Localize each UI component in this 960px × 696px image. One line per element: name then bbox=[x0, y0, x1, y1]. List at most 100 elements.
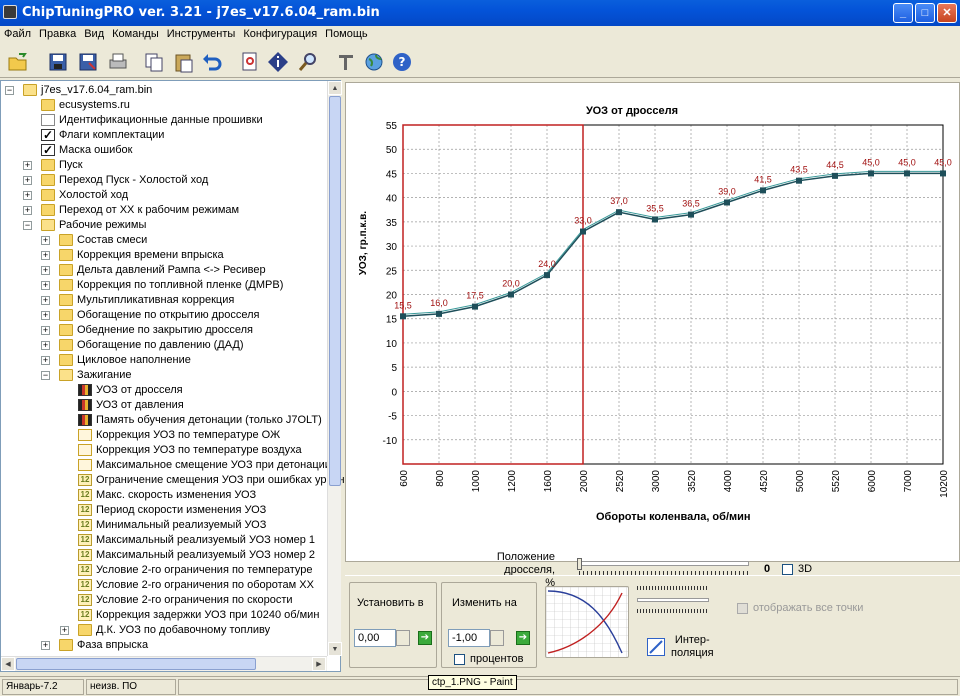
throttle-slider[interactable] bbox=[579, 561, 749, 566]
menu-commands[interactable]: Команды bbox=[108, 26, 163, 42]
chart-area[interactable]: УОЗ от дросселя УОЗ, гр.п.к.в. 55 50 45 40 3… bbox=[345, 82, 960, 589]
tools-icon[interactable] bbox=[334, 50, 358, 74]
tree-item[interactable]: 12 Минимальный реализуемый УОЗ bbox=[1, 518, 327, 533]
tree-item[interactable]: + Коррекция времени впрыска bbox=[1, 248, 327, 263]
chart-svg[interactable]: 5550454035302520151050-5-10600 800 1000 120… bbox=[346, 83, 960, 503]
help-icon[interactable]: ? bbox=[390, 50, 414, 74]
tree-item[interactable]: ecusystems.ru bbox=[1, 98, 327, 113]
tree-item[interactable]: + Коррекция по топливной пленке (ДМРВ) bbox=[1, 278, 327, 293]
tree-item[interactable]: 12 Максимальный реализуемый УОЗ номер 1 bbox=[1, 533, 327, 548]
show-all-checkbox[interactable] bbox=[737, 603, 748, 614]
expand-toggle[interactable]: + bbox=[41, 236, 50, 245]
maximize-button[interactable]: □ bbox=[915, 3, 935, 23]
tree-item[interactable]: ✓ Флаги комплектации bbox=[1, 128, 327, 143]
expand-toggle[interactable]: + bbox=[23, 191, 32, 200]
expand-toggle[interactable]: + bbox=[23, 176, 32, 185]
tree-item[interactable]: − Рабочие режимы bbox=[1, 218, 327, 233]
print-icon[interactable] bbox=[106, 50, 130, 74]
expand-toggle[interactable]: − bbox=[23, 221, 32, 230]
tree-item[interactable]: 12 Условие 2-го ограничения по оборотам Х… bbox=[1, 578, 327, 593]
zoom-icon[interactable] bbox=[296, 50, 320, 74]
tree-item[interactable]: + Холостой ход bbox=[1, 188, 327, 203]
tree-item[interactable]: Идентификационные данные прошивки bbox=[1, 113, 327, 128]
open-icon[interactable] bbox=[6, 50, 30, 74]
3d-checkbox[interactable] bbox=[782, 564, 793, 575]
percent-checkbox[interactable] bbox=[454, 654, 465, 665]
tree-item[interactable]: + Обеднение по закрытию дросселя bbox=[1, 323, 327, 338]
tree-vertical-scrollbar[interactable]: ▲ ▼ bbox=[327, 81, 342, 656]
tree-item[interactable]: + Мультипликативная коррекция bbox=[1, 293, 327, 308]
expand-toggle[interactable]: + bbox=[60, 626, 69, 635]
tree-item[interactable]: 12 Условие 2-го ограничения по скорости bbox=[1, 593, 327, 608]
tree-item[interactable]: + Дельта давлений Рампа <-> Ресивер bbox=[1, 263, 327, 278]
expand-toggle[interactable]: − bbox=[41, 371, 50, 380]
menu-config[interactable]: Конфигурация bbox=[239, 26, 321, 42]
menu-file[interactable]: Файл bbox=[0, 26, 35, 42]
tree-item[interactable]: 12 Коррекция задержки УОЗ при 10240 об/ми… bbox=[1, 608, 327, 623]
tree-item[interactable]: + Переход от ХХ к рабочим режимам bbox=[1, 203, 327, 218]
search-file-icon[interactable] bbox=[238, 50, 262, 74]
minimize-button[interactable]: _ bbox=[893, 3, 913, 23]
set-value-input[interactable]: 0,00 bbox=[354, 629, 396, 647]
expand-toggle[interactable]: + bbox=[41, 296, 50, 305]
expand-toggle[interactable]: + bbox=[41, 356, 50, 365]
expand-toggle[interactable]: + bbox=[41, 266, 50, 275]
expand-toggle[interactable]: + bbox=[23, 206, 32, 215]
tree-horizontal-scrollbar[interactable]: ◀ ▶ bbox=[1, 656, 327, 671]
tree-item[interactable]: − Зажигание bbox=[1, 368, 327, 383]
menu-edit[interactable]: Правка bbox=[35, 26, 80, 42]
tree-item[interactable]: 12 Ограничение смещения УОЗ при ошибках у… bbox=[1, 473, 345, 488]
expand-toggle[interactable]: + bbox=[41, 311, 50, 320]
tree-item[interactable]: Максимальное смещение УОЗ при детонации bbox=[1, 458, 331, 473]
expand-toggle[interactable]: + bbox=[41, 326, 50, 335]
interp-preview[interactable] bbox=[545, 586, 629, 658]
tree-item[interactable]: + Фаза впрыска bbox=[1, 638, 327, 653]
expand-toggle[interactable]: + bbox=[41, 641, 50, 650]
paste-icon[interactable] bbox=[172, 50, 196, 74]
info-icon[interactable] bbox=[266, 50, 290, 74]
hscroll-thumb[interactable] bbox=[16, 658, 256, 670]
tree-item[interactable]: 12 Макс. скорость изменения УОЗ bbox=[1, 488, 327, 503]
scroll-up-arrow[interactable]: ▲ bbox=[328, 81, 342, 95]
close-button[interactable]: ✕ bbox=[937, 3, 957, 23]
change-apply-button[interactable]: ➔ bbox=[516, 631, 530, 645]
change-spinner[interactable] bbox=[490, 630, 504, 646]
menu-view[interactable]: Вид bbox=[80, 26, 108, 42]
tree-item[interactable]: + Состав смеси bbox=[1, 233, 327, 248]
tree-item[interactable]: + Д.К. УОЗ по добавочному топливу bbox=[1, 623, 327, 638]
scroll-left-arrow[interactable]: ◀ bbox=[1, 657, 15, 671]
change-value-input[interactable]: -1,00 bbox=[448, 629, 490, 647]
interpolation-label[interactable]: Интер- поляция bbox=[671, 634, 714, 660]
tree-item[interactable]: ✓ Маска ошибок bbox=[1, 143, 327, 158]
expand-toggle[interactable]: + bbox=[41, 251, 50, 260]
tree-item[interactable]: УОЗ от давления bbox=[1, 398, 327, 413]
expand-toggle[interactable]: + bbox=[23, 161, 32, 170]
expand-toggle[interactable]: + bbox=[41, 281, 50, 290]
tree-item[interactable]: 12 Период скорости изменения УОЗ bbox=[1, 503, 327, 518]
expand-toggle[interactable]: + bbox=[41, 341, 50, 350]
set-spinner[interactable] bbox=[396, 630, 410, 646]
tree-item[interactable]: 12 Максимальный реализуемый УОЗ номер 2 bbox=[1, 548, 327, 563]
interpolation-icon[interactable] bbox=[647, 638, 665, 656]
tree-item[interactable]: УОЗ от дросселя bbox=[1, 383, 327, 398]
expand-toggle[interactable]: − bbox=[5, 86, 14, 95]
tree-item[interactable]: + Переход Пуск - Холостой ход bbox=[1, 173, 327, 188]
tree-view[interactable]: − j7es_v17.6.04_ram.bin ecusystems.ru Идент… bbox=[0, 80, 345, 672]
tree-item[interactable]: + Обогащение по давлению (ДАД) bbox=[1, 338, 327, 353]
tree-item[interactable]: Коррекция УОЗ по температуре воздуха bbox=[1, 443, 327, 458]
tree-item[interactable]: + Цикловое наполнение bbox=[1, 353, 327, 368]
slider-thumb[interactable] bbox=[577, 558, 582, 570]
menu-help[interactable]: Помощь bbox=[321, 26, 372, 42]
tree-item[interactable]: Коррекция УОЗ по температуре ОЖ bbox=[1, 428, 327, 443]
set-apply-button[interactable]: ➔ bbox=[418, 631, 432, 645]
globe-icon[interactable] bbox=[362, 50, 386, 74]
scroll-thumb[interactable] bbox=[329, 96, 341, 486]
interp-slider-1[interactable] bbox=[637, 586, 709, 590]
save-icon[interactable] bbox=[46, 50, 70, 74]
scroll-right-arrow[interactable]: ▶ bbox=[312, 657, 326, 671]
tree-item[interactable]: + Обогащение по открытию дросселя bbox=[1, 308, 327, 323]
tree-item[interactable]: + Пуск bbox=[1, 158, 327, 173]
interp-slider-3[interactable] bbox=[637, 609, 709, 613]
undo-icon[interactable] bbox=[200, 50, 224, 74]
scroll-down-arrow[interactable]: ▼ bbox=[328, 642, 342, 656]
